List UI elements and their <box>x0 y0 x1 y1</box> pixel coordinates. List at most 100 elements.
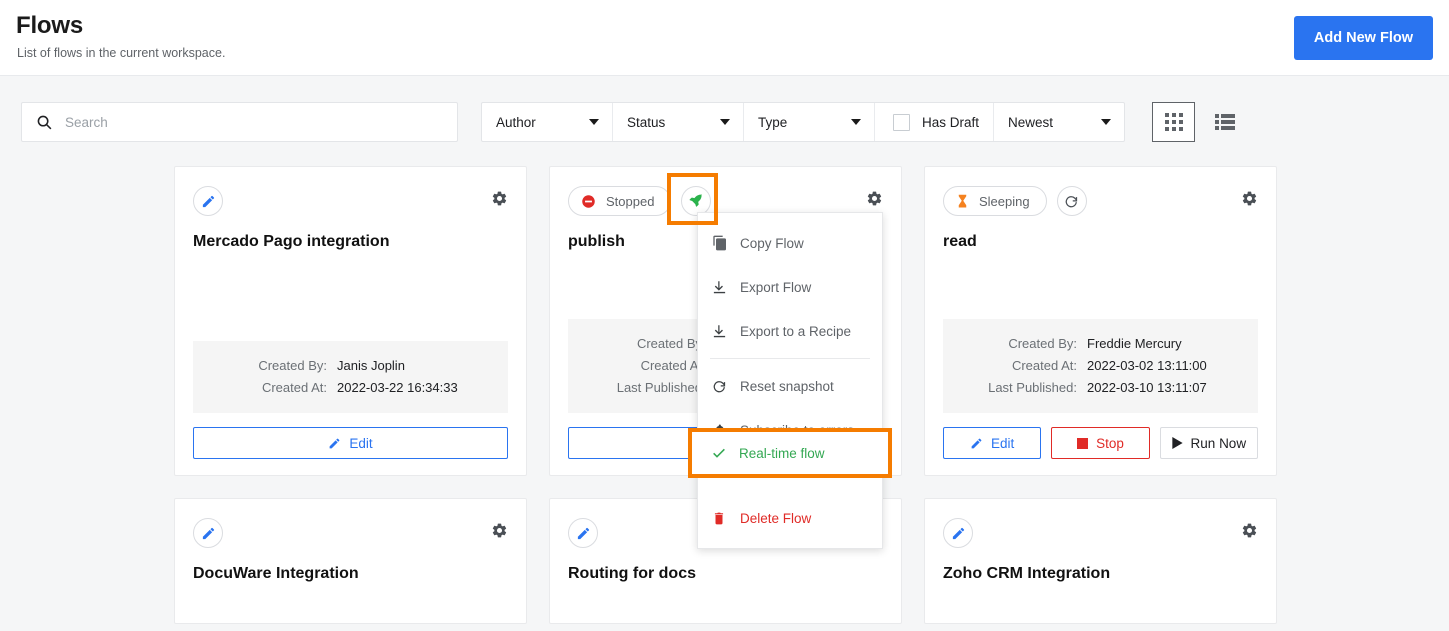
metadata-row: Created By: Freddie Mercury <box>959 333 1242 355</box>
metadata-row: Last Published: 2022-03-10 13:11:07 <box>959 377 1242 399</box>
search-input[interactable] <box>65 114 457 130</box>
download-icon <box>712 280 740 295</box>
menu-item-copy-flow[interactable]: Copy Flow <box>698 221 882 265</box>
edit-button[interactable]: Edit <box>193 427 508 459</box>
card-settings-gear-icon[interactable] <box>1241 190 1258 212</box>
search-box[interactable] <box>21 102 458 142</box>
filter-type-label: Type <box>758 114 788 130</box>
filter-group: Author Status Type Has Draft Newest <box>481 102 1126 142</box>
card-header <box>193 517 508 549</box>
status-badge-stopped: Stopped <box>568 186 672 216</box>
menu-item-label: Delete Flow <box>740 510 812 526</box>
flow-title: Mercado Pago integration <box>193 233 390 250</box>
status-badge-sleeping: Sleeping <box>943 186 1047 216</box>
reset-icon <box>712 379 740 394</box>
menu-item-label: Real-time flow <box>739 445 825 461</box>
page-header: Flows List of flows in the current works… <box>0 0 1449 76</box>
trash-icon <box>712 511 740 526</box>
metadata-row: Created At: 2022-03-02 13:11:00 <box>959 355 1242 377</box>
flow-metadata: Created By: Janis Joplin Created At: 202… <box>193 341 508 413</box>
view-toggle <box>1152 102 1246 142</box>
filter-author-label: Author <box>496 114 536 130</box>
play-icon <box>1171 437 1183 449</box>
card-settings-gear-icon[interactable] <box>491 522 508 544</box>
add-new-flow-button[interactable]: Add New Flow <box>1293 16 1433 60</box>
page-title: Flows <box>16 12 84 39</box>
card-header: Sleeping <box>943 185 1258 217</box>
menu-item-export-flow[interactable]: Export Flow <box>698 265 882 309</box>
metadata-value: Freddie Mercury <box>1087 336 1182 351</box>
refresh-icon[interactable] <box>1056 186 1087 216</box>
pencil-badge-icon <box>943 518 973 548</box>
run-now-button-label: Run Now <box>1190 435 1247 451</box>
search-icon <box>36 114 53 131</box>
chevron-down-icon <box>1101 119 1112 125</box>
stop-button[interactable]: Stop <box>1051 427 1150 459</box>
filter-author[interactable]: Author <box>482 103 613 141</box>
menu-item-label: Export Flow <box>740 279 812 295</box>
stop-button-label: Stop <box>1096 435 1124 451</box>
hourglass-icon <box>956 194 969 209</box>
flow-title: read <box>943 233 977 250</box>
grid-icon <box>1164 113 1183 131</box>
pencil-badge-icon <box>568 518 598 548</box>
filter-status-label: Status <box>627 114 666 130</box>
pencil-badge-icon <box>193 186 223 216</box>
pencil-icon <box>328 437 341 450</box>
metadata-key: Created By: <box>1008 336 1077 351</box>
metadata-value: 2022-03-22 16:34:33 <box>337 380 458 395</box>
list-icon <box>1214 114 1235 130</box>
edit-button[interactable]: Edit <box>943 427 1042 459</box>
metadata-key: Created At <box>640 358 702 373</box>
metadata-value: 2022-03-10 13:11:07 <box>1087 380 1207 395</box>
card-header <box>943 517 1258 549</box>
metadata-row: Created By: Janis Joplin <box>209 355 492 377</box>
metadata-value: 2022-03-02 13:11:00 <box>1087 358 1207 373</box>
metadata-key: Last Published: <box>988 380 1077 395</box>
metadata-row: Created At: 2022-03-22 16:34:33 <box>209 377 492 399</box>
has-draft-checkbox[interactable] <box>893 113 910 131</box>
menu-item-label: Reset snapshot <box>740 378 834 394</box>
list-view-button[interactable] <box>1203 102 1246 142</box>
filter-toolbar: Author Status Type Has Draft Newest <box>0 76 1449 166</box>
metadata-key: Created By <box>636 336 702 351</box>
chevron-down-icon <box>589 119 599 125</box>
menu-item-delete-flow[interactable]: Delete Flow <box>698 496 882 540</box>
flow-metadata: Created By: Freddie Mercury Created At: … <box>943 319 1258 413</box>
run-now-button[interactable]: Run Now <box>1159 427 1258 459</box>
chevron-down-icon <box>720 119 730 125</box>
menu-item-label: Export to a Recipe <box>740 323 852 339</box>
filter-sort-order[interactable]: Newest <box>994 103 1124 141</box>
card-actions: Edit Stop Run Now <box>943 427 1258 459</box>
stopped-icon <box>581 194 596 209</box>
flow-card[interactable]: DocuWare Integration <box>174 498 527 624</box>
has-draft-label: Has Draft <box>922 114 980 130</box>
flow-card[interactable]: Mercado Pago integration Created By: Jan… <box>174 166 527 476</box>
menu-item-reset-snapshot[interactable]: Reset snapshot <box>698 364 882 408</box>
card-settings-gear-icon[interactable] <box>491 190 508 212</box>
grid-view-button[interactable] <box>1152 102 1195 142</box>
card-actions: Edit <box>193 427 508 459</box>
filter-type[interactable]: Type <box>744 103 875 141</box>
flow-title: DocuWare Integration <box>193 565 359 582</box>
pencil-icon <box>970 437 983 450</box>
card-settings-gear-icon[interactable] <box>866 190 883 212</box>
edit-button-label: Edit <box>349 435 373 451</box>
download-icon <box>712 324 740 339</box>
flow-card[interactable]: Zoho CRM Integration <box>924 498 1277 624</box>
flow-title: Routing for docs <box>568 565 696 582</box>
metadata-value: Janis Joplin <box>337 358 405 373</box>
menu-item-label: Copy Flow <box>740 235 804 251</box>
check-icon <box>711 445 739 461</box>
metadata-key: Last Published <box>616 380 702 395</box>
stop-square-icon <box>1077 437 1089 449</box>
card-settings-gear-icon[interactable] <box>1241 522 1258 544</box>
status-badge-label: Sleeping <box>979 193 1030 209</box>
edit-button-label: Edit <box>991 435 1015 451</box>
filter-status[interactable]: Status <box>613 103 744 141</box>
menu-item-real-time-flow[interactable]: Real-time flow <box>697 432 883 474</box>
menu-item-export-to-recipe[interactable]: Export to a Recipe <box>698 309 882 353</box>
filter-has-draft[interactable]: Has Draft <box>875 103 995 141</box>
flow-card[interactable]: Sleeping read Created By: Freddie Mercur… <box>924 166 1277 476</box>
chevron-down-icon <box>851 119 861 125</box>
